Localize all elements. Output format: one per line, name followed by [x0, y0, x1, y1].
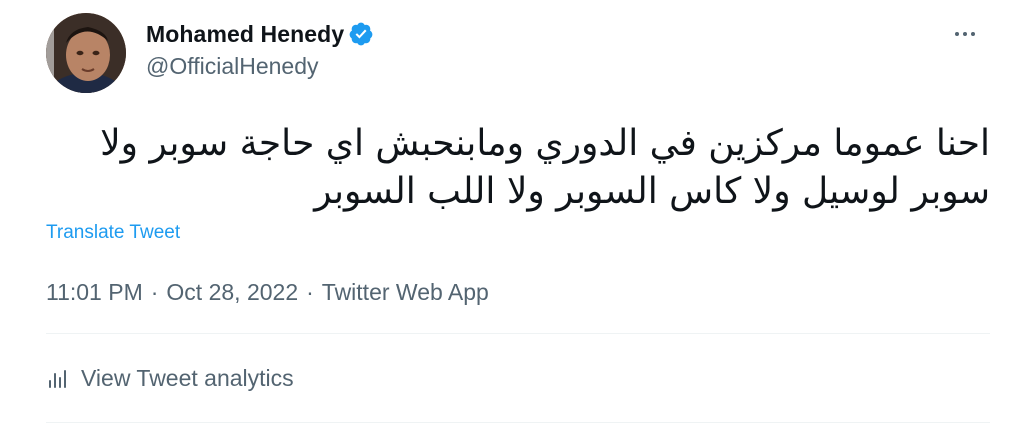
tweet-card: Mohamed Henedy @OfficialHenedy احنا عموم… [0, 0, 1024, 433]
analytics-label: View Tweet analytics [81, 365, 294, 391]
divider [46, 333, 990, 334]
tweet-author: Mohamed Henedy @OfficialHenedy [146, 18, 374, 80]
author-handle[interactable]: @OfficialHenedy [146, 53, 374, 80]
avatar-photo [46, 13, 126, 93]
tweet-text: احنا عموما مركزين في الدوري ومابنحبش اي … [100, 123, 990, 212]
tweet-source[interactable]: Twitter Web App [322, 279, 489, 306]
translate-tweet-link[interactable]: Translate Tweet [46, 222, 180, 244]
verified-badge-icon[interactable] [348, 21, 374, 47]
divider [46, 422, 990, 423]
meta-separator: · [150, 279, 159, 305]
tweet-meta: 11:01 PM · Oct 28, 2022 · Twitter Web Ap… [46, 279, 489, 306]
author-name-row: Mohamed Henedy [146, 18, 374, 50]
bar-chart-icon [49, 369, 66, 388]
more-menu-button[interactable] [950, 24, 980, 44]
tweet-date[interactable]: Oct 28, 2022 [166, 279, 298, 306]
more-dot-icon [971, 32, 975, 36]
tweet-time[interactable]: 11:01 PM [46, 279, 143, 306]
author-display-name[interactable]: Mohamed Henedy [146, 21, 344, 48]
meta-separator: · [306, 279, 314, 305]
more-dot-icon [963, 32, 967, 36]
more-dot-icon [955, 32, 959, 36]
view-analytics-link[interactable]: View Tweet analytics [46, 365, 294, 392]
avatar[interactable] [46, 13, 126, 93]
